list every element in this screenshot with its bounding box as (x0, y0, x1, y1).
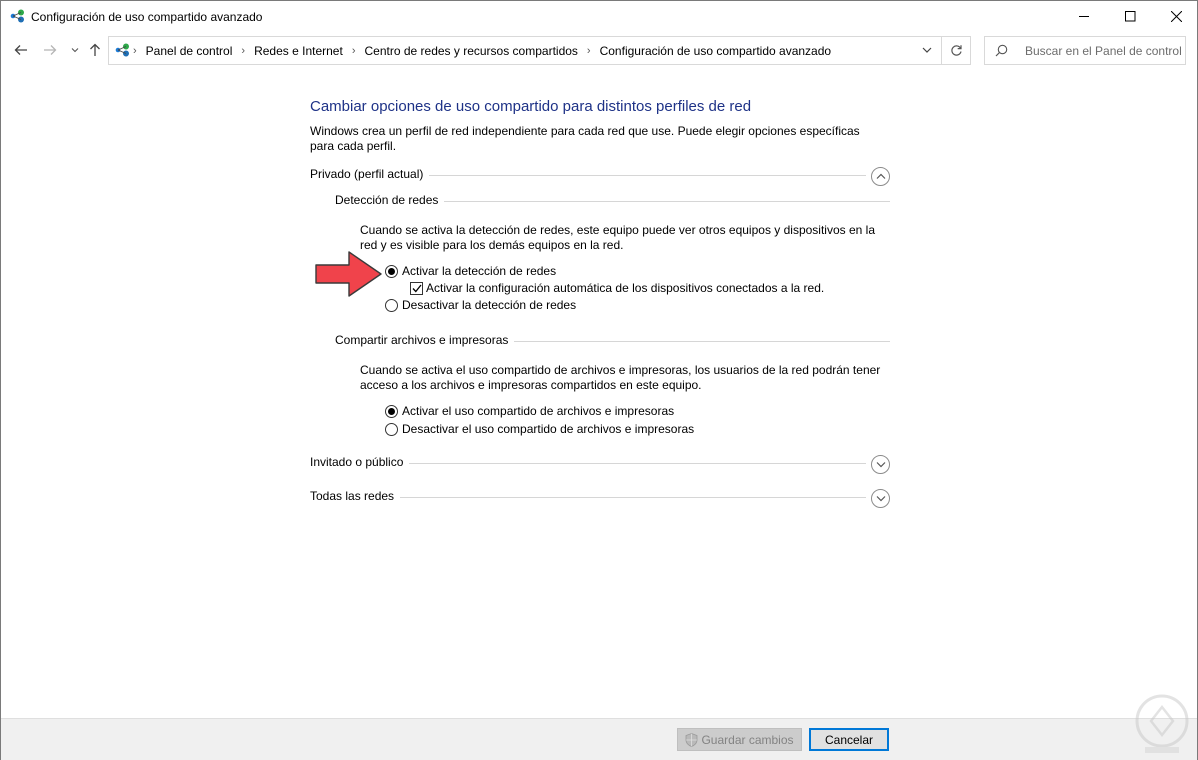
profile-section-all[interactable]: Todas las redes (310, 489, 890, 511)
maximize-icon (1124, 11, 1135, 22)
page-title: Cambiar opciones de uso compartido para … (310, 98, 752, 115)
chevron-right-icon[interactable]: › (352, 45, 356, 57)
chevron-right-icon[interactable]: › (241, 45, 245, 57)
collapse-button-private[interactable] (871, 167, 890, 186)
checkbox-label[interactable]: Activar la configuración automática de l… (426, 281, 824, 295)
window-title: Configuración de uso compartido avanzado (31, 10, 263, 24)
subsection-title: Detección de redes (335, 193, 445, 207)
window: Configuración de uso compartido avanzado (0, 0, 1198, 760)
breadcrumb-configuracion[interactable]: Configuración de uso compartido avanzado (600, 44, 831, 58)
file-sharing-description: Cuando se activa el uso compartido de ar… (360, 363, 881, 392)
arrow-right-icon (44, 45, 57, 55)
save-button-label: Guardar cambios (701, 732, 794, 747)
search-box[interactable]: Buscar en el Panel de control (984, 36, 1186, 65)
profile-label-all[interactable]: Todas las redes (310, 489, 401, 503)
minimize-icon (1078, 16, 1089, 17)
minimize-button[interactable] (1061, 1, 1107, 32)
arrow-up-icon (90, 43, 100, 56)
radio-label[interactable]: Desactivar la detección de redes (402, 298, 576, 312)
radio-button[interactable] (385, 298, 398, 312)
network-icon (115, 43, 129, 57)
watermark-logo (1135, 694, 1189, 753)
title-bar: Configuración de uso compartido avanzado (1, 1, 1197, 32)
cancel-button-label: Cancelar (824, 732, 874, 747)
save-button[interactable]: Guardar cambios (677, 728, 802, 751)
uac-shield-icon (686, 732, 698, 747)
navigation-bar: › Panel de control › Redes e Internet › … (1, 34, 1197, 68)
back-button[interactable] (13, 42, 29, 58)
chevron-right-icon[interactable]: › (587, 45, 591, 57)
profile-section-private[interactable]: Privado (perfil actual) (310, 167, 890, 189)
footer-bar: Guardar cambios Cancelar (1, 718, 1197, 760)
profile-section-guest[interactable]: Invitado o público (310, 455, 890, 477)
network-discovery-description: Cuando se activa la detección de redes, … (360, 223, 875, 252)
breadcrumb-panel-de-control[interactable]: Panel de control (146, 44, 233, 58)
search-input[interactable]: Buscar en el Panel de control (1025, 44, 1182, 58)
maximize-button[interactable] (1107, 1, 1153, 32)
radio-network-discovery-on[interactable]: Activar la detección de redes (385, 264, 556, 278)
radio-button[interactable] (385, 404, 398, 418)
address-bar[interactable]: › Panel de control › Redes e Internet › … (108, 36, 942, 65)
refresh-button[interactable] (942, 36, 971, 65)
chevron-down-icon (876, 462, 885, 468)
close-button[interactable] (1153, 1, 1198, 32)
checkbox-auto-config[interactable]: Activar la configuración automática de l… (410, 281, 824, 295)
radio-network-discovery-off[interactable]: Desactivar la detección de redes (385, 298, 576, 312)
checkmark-icon (412, 284, 422, 292)
cancel-button[interactable]: Cancelar (809, 728, 889, 751)
profile-label-guest[interactable]: Invitado o público (310, 455, 410, 469)
radio-label[interactable]: Activar la detección de redes (402, 264, 556, 278)
arrow-left-icon (14, 45, 27, 55)
subsection-network-discovery: Detección de redes (335, 193, 890, 209)
chevron-down-icon (71, 48, 79, 53)
main-content: Cambiar opciones de uso compartido para … (1, 68, 1197, 718)
chevron-down-icon[interactable] (921, 44, 933, 56)
radio-file-sharing-off[interactable]: Desactivar el uso compartido de archivos… (385, 422, 694, 436)
expand-button-guest[interactable] (871, 455, 890, 474)
search-icon (995, 44, 1008, 57)
subsection-file-sharing: Compartir archivos e impresoras (335, 333, 890, 349)
forward-button[interactable] (42, 42, 58, 58)
page-description: Windows crea un perfil de red independie… (310, 124, 860, 153)
radio-label[interactable]: Desactivar el uso compartido de archivos… (402, 422, 694, 436)
refresh-icon (950, 45, 962, 56)
radio-button[interactable] (385, 422, 398, 436)
radio-button[interactable] (385, 264, 398, 278)
breadcrumb-centro-de-redes[interactable]: Centro de redes y recursos compartidos (364, 44, 577, 58)
chevron-right-icon: › (133, 44, 137, 57)
up-button[interactable] (87, 42, 103, 58)
radio-label[interactable]: Activar el uso compartido de archivos e … (402, 404, 674, 418)
radio-selected-dot (388, 407, 395, 415)
recent-locations-button[interactable] (67, 42, 83, 58)
breadcrumb-redes-e-internet[interactable]: Redes e Internet (254, 44, 343, 58)
checkbox[interactable] (410, 281, 423, 295)
network-icon (10, 9, 24, 23)
chevron-down-icon (876, 496, 885, 502)
close-icon (1170, 11, 1182, 22)
chevron-up-icon (876, 173, 885, 179)
radio-selected-dot (388, 267, 395, 275)
expand-button-all[interactable] (871, 489, 890, 508)
radio-file-sharing-on[interactable]: Activar el uso compartido de archivos e … (385, 404, 674, 418)
breadcrumb: › Panel de control › Redes e Internet › … (133, 37, 840, 64)
subsection-title: Compartir archivos e impresoras (335, 333, 515, 347)
profile-label-private[interactable]: Privado (perfil actual) (310, 167, 430, 181)
arrow-right-annotation-icon (315, 251, 382, 297)
